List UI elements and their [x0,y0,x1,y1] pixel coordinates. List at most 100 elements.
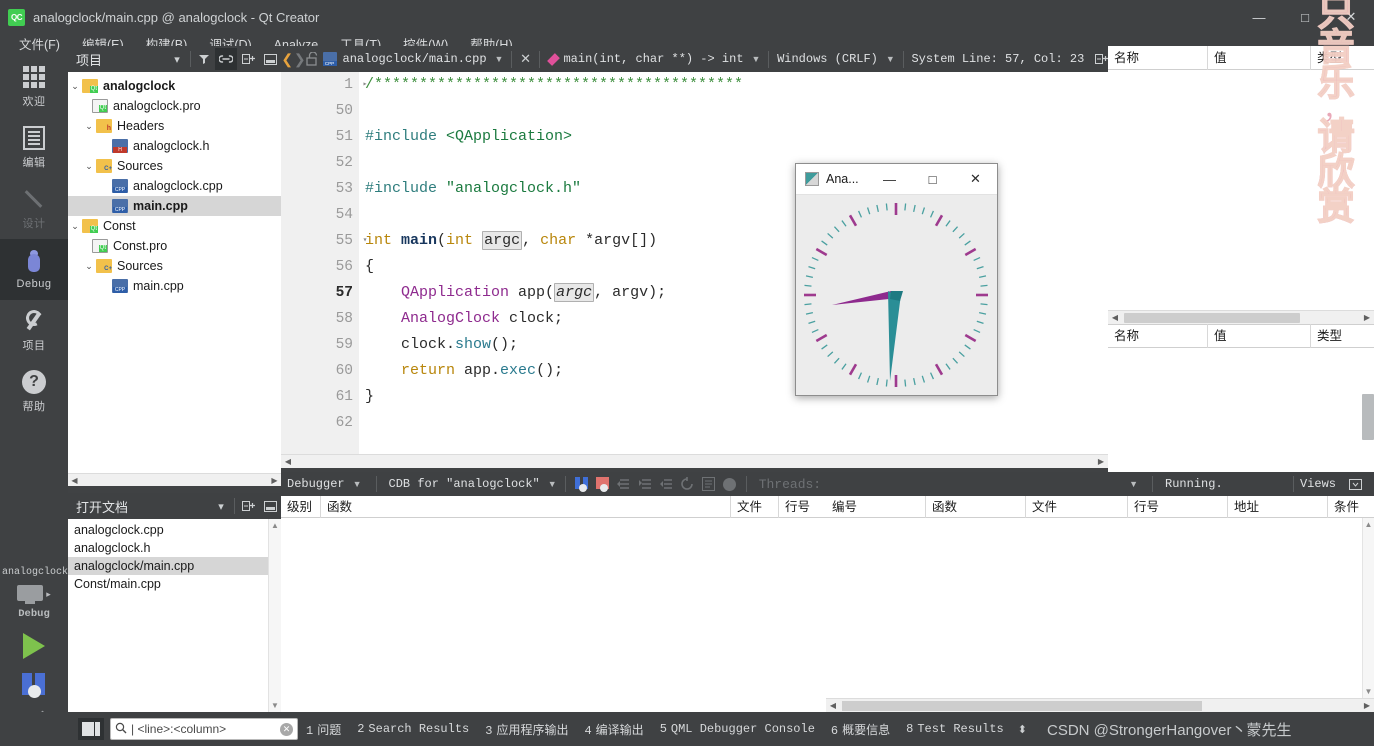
breakpoints-col-number[interactable]: 编号 [826,495,926,518]
chevron-down-icon[interactable]: ⌄ [68,81,82,92]
minimize-panel-icon[interactable] [259,495,281,517]
stack-col-file[interactable]: 文件 [731,495,779,518]
stack-col-level[interactable]: 级别 [281,495,321,518]
output-pane-updown-icon[interactable]: ⬍ [1012,723,1033,736]
stack-col-line[interactable]: 行号 [779,496,826,518]
menu-file[interactable]: 文件(F) [8,34,71,56]
scroll-down-icon[interactable]: ▼ [271,701,279,710]
toggle-sidebar-button[interactable] [78,718,104,740]
stop-debug-icon[interactable] [593,472,614,496]
scroll-left-icon[interactable]: ◀ [1108,313,1122,322]
stack-rows[interactable] [281,518,826,698]
breakpoints-rows[interactable]: ▲ ▼ [826,518,1374,698]
navigate-back-icon[interactable]: ❮ [281,51,294,68]
scroll-left-icon[interactable]: ◀ [826,701,840,710]
split-icon[interactable] [237,495,259,517]
config-dropdown-caret-icon[interactable]: ▼ [540,479,565,489]
tree-row[interactable]: ⌄ Sources [68,256,281,276]
breakpoints-col-address[interactable]: 地址 [1228,495,1328,518]
watchers-vscroll-thumb[interactable] [1362,394,1374,440]
locals-body[interactable] [1108,70,1374,310]
scroll-left-icon[interactable]: ◀ [68,476,81,485]
lock-open-icon[interactable] [306,52,319,66]
code-line[interactable]: /***************************************… [359,72,1108,98]
views-button[interactable]: Views [1300,477,1336,491]
watchers-col-value[interactable]: 值 [1208,324,1311,348]
symbol-dropdown-caret-icon[interactable]: ▼ [744,54,769,64]
clock-close-button[interactable]: ✕ [954,164,997,195]
breakpoints-hscrollbar[interactable]: ◀ ▶ [826,698,1374,712]
code-line[interactable] [359,410,1108,436]
restart-icon[interactable] [677,472,698,496]
clear-search-icon[interactable]: ✕ [280,722,293,736]
locals-col-type[interactable]: 类型 [1311,46,1374,70]
mode-help[interactable]: ? 帮助 [0,361,68,422]
scroll-thumb[interactable] [842,700,1202,711]
output-tab-test-results[interactable]: 8 Test Results [898,722,1012,736]
chevron-down-icon[interactable]: ⌄ [82,161,96,172]
split-icon[interactable] [237,48,259,70]
output-tab-overview[interactable]: 6 概要信息 [823,721,898,738]
open-documents-title[interactable]: 打开文档 [76,497,128,516]
editor-hscrollbar[interactable]: ◀ ▶ [281,454,1108,468]
output-tab-qml-debugger-console[interactable]: 5 QML Debugger Console [652,722,823,736]
step-out-icon[interactable] [656,472,677,496]
scroll-right-icon[interactable]: ▶ [1360,701,1374,710]
step-into-icon[interactable] [635,472,656,496]
debugger-config[interactable]: CDB for "analogclock" [383,477,540,491]
breakpoints-col-function[interactable]: 函数 [926,495,1026,518]
scroll-right-icon[interactable]: ▶ [268,476,281,485]
close-button[interactable]: ✕ [1328,0,1374,34]
encoding-and-position[interactable]: System Line: 57, Col: 23 [903,52,1084,66]
tree-row[interactable]: main.cpp [68,276,281,296]
chevron-down-icon[interactable]: ⌄ [82,121,96,132]
output-tab-problems[interactable]: 1 问题 [298,721,349,738]
instruction-view-icon[interactable] [698,472,719,496]
interrupt-icon[interactable] [719,472,740,496]
scroll-right-icon[interactable]: ▶ [1094,457,1108,466]
project-tree-hscrollbar[interactable]: ◀ ▶ [68,473,281,486]
kit-selector-button[interactable]: ▸ [0,580,68,608]
step-over-icon[interactable] [614,472,635,496]
mode-debug[interactable]: Debug [0,239,68,300]
minimize-panel-icon[interactable] [259,48,281,70]
code-line[interactable] [359,98,1108,124]
scroll-right-icon[interactable]: ▶ [1360,313,1374,322]
scroll-track[interactable] [81,474,268,486]
locals-hscrollbar[interactable]: ◀ ▶ [1108,310,1374,324]
scroll-left-icon[interactable]: ◀ [281,457,295,466]
mode-projects[interactable]: 项目 [0,300,68,361]
output-tab-search-results[interactable]: 2 Search Results [349,722,477,736]
list-item-selected[interactable]: analogclock/main.cpp [68,557,281,575]
tree-row[interactable]: ⌄ Sources [68,156,281,176]
file-dropdown-caret-icon[interactable]: ▼ [487,54,512,64]
tree-row-selected[interactable]: main.cpp [68,196,281,216]
chevron-down-icon[interactable]: ⌄ [68,221,82,232]
panel-dropdown-caret-icon[interactable]: ▾ [166,48,188,70]
breakpoints-col-condition[interactable]: 条件 [1328,496,1374,518]
list-item[interactable]: analogclock.h [68,539,281,557]
mode-edit[interactable]: 编辑 [0,117,68,178]
debugger-dropdown-caret-icon[interactable]: ▼ [345,479,370,489]
locals-col-value[interactable]: 值 [1208,45,1311,70]
analog-clock-window[interactable]: Ana... — □ ✕ [795,163,998,396]
views-menu-icon[interactable] [1344,473,1366,495]
threads-dropdown-caret-icon[interactable]: ▼ [1121,479,1146,489]
scroll-up-icon[interactable]: ▲ [271,521,279,530]
watchers-col-type[interactable]: 类型 [1311,324,1374,348]
locals-col-name[interactable]: 名称 [1108,45,1208,70]
breakpoints-col-line[interactable]: 行号 [1128,495,1228,518]
run-button[interactable] [0,626,68,666]
tree-row[interactable]: analogclock.pro [68,96,281,116]
navigate-forward-icon[interactable]: ❯ [294,51,307,68]
project-tree[interactable]: ⌄ analogclock analogclock.pro ⌄ Headers … [68,72,281,486]
chevron-down-icon[interactable]: ⌄ [82,261,96,272]
open-documents-list[interactable]: analogclock.cpp analogclock.h analogcloc… [68,519,281,712]
continue-debug-icon[interactable] [572,472,593,496]
tree-row[interactable]: analogclock.cpp [68,176,281,196]
split-editor-icon[interactable] [1094,48,1108,70]
filter-icon[interactable] [193,48,215,70]
watchers-body[interactable] [1108,348,1374,456]
list-item[interactable]: Const/main.cpp [68,575,281,593]
tree-row[interactable]: ⌄ Headers [68,116,281,136]
